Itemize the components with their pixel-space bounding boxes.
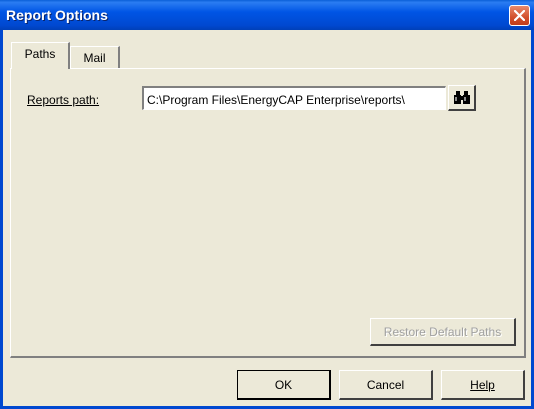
tab-paths[interactable]: Paths — [11, 42, 70, 69]
reports-path-label-mnemonic: Reports path: — [27, 93, 100, 107]
report-options-dialog: Report Options Paths Mail Reports path: … — [0, 0, 534, 409]
help-button[interactable]: Help — [441, 370, 525, 400]
ok-button-label: OK — [274, 377, 293, 392]
ok-button[interactable]: OK — [237, 370, 331, 400]
restore-default-paths-button[interactable]: Restore Default Paths — [370, 318, 516, 346]
restore-default-paths-label: Restore Default Paths — [383, 324, 502, 339]
help-button-label: Help — [470, 377, 495, 392]
window-title: Report Options — [6, 7, 108, 23]
binoculars-icon — [454, 91, 470, 104]
reports-path-input[interactable] — [142, 86, 446, 110]
browse-button[interactable] — [448, 85, 476, 111]
paths-tab-panel — [10, 68, 526, 358]
tab-paths-label: Paths — [24, 47, 56, 61]
tab-mail-label: Mail — [83, 51, 106, 65]
tab-mail[interactable]: Mail — [70, 46, 120, 68]
cancel-button[interactable]: Cancel — [339, 370, 433, 400]
reports-path-label: Reports path: — [27, 93, 99, 107]
window-frame-left — [0, 30, 3, 409]
close-button[interactable] — [509, 5, 530, 26]
title-bar[interactable]: Report Options — [0, 0, 534, 30]
close-icon — [514, 10, 525, 21]
cancel-button-label: Cancel — [366, 377, 405, 392]
